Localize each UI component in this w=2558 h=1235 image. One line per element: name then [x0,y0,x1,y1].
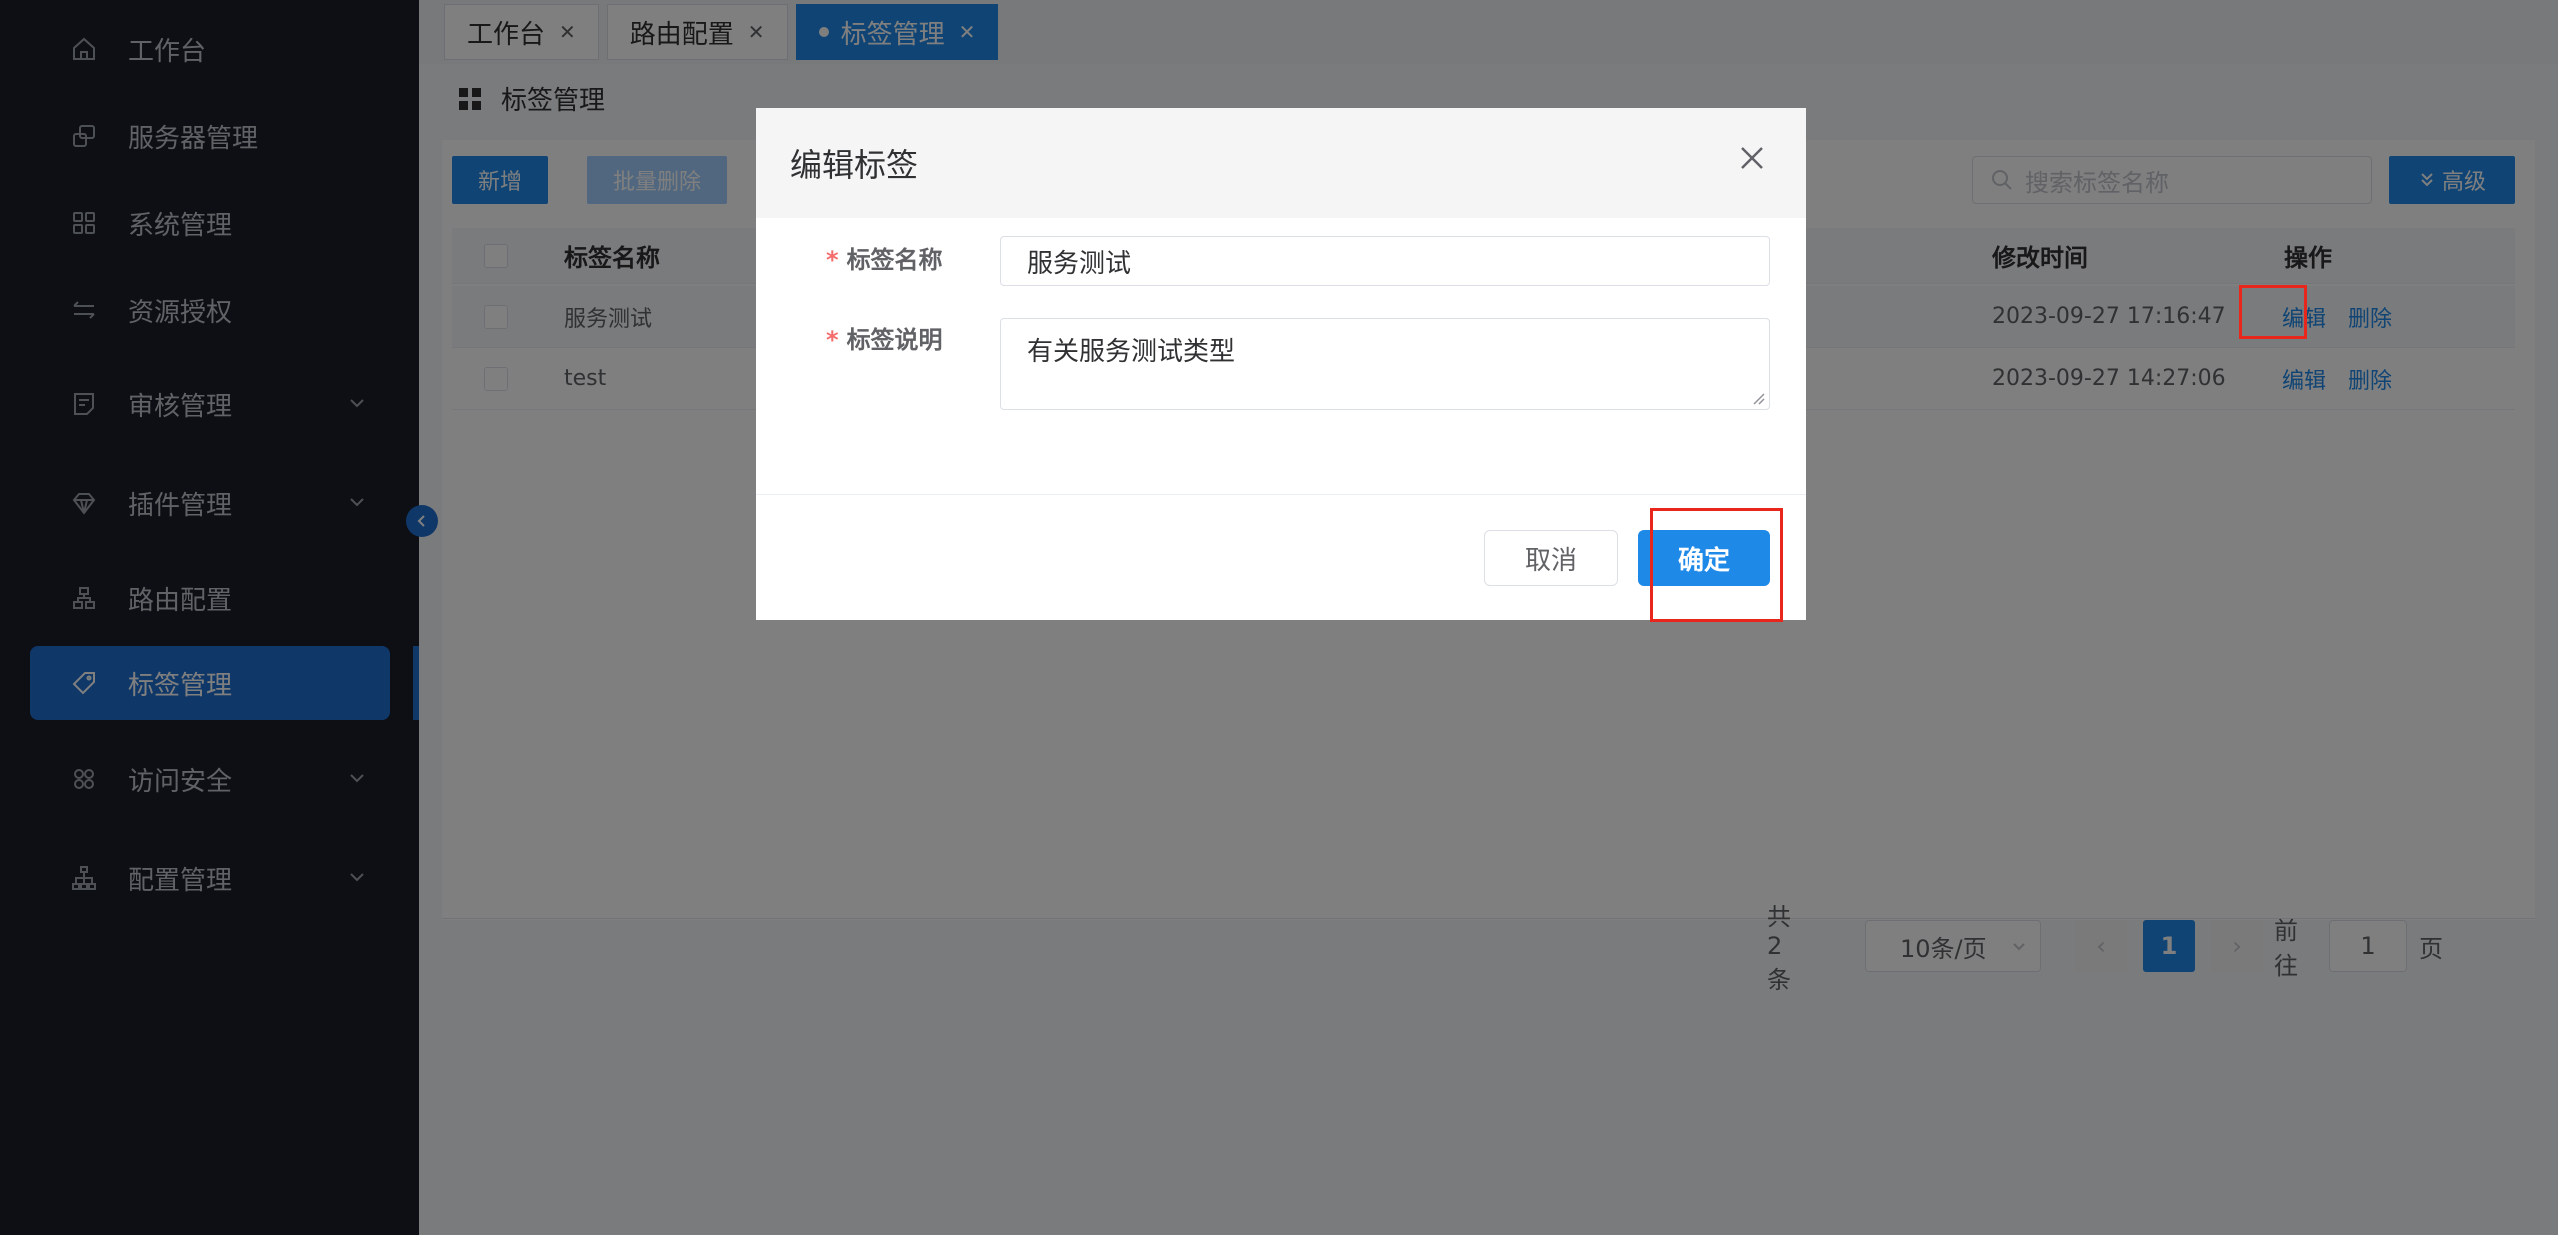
tag-description-textarea[interactable]: 有关服务测试类型 [1000,318,1770,410]
close-icon[interactable] [1736,142,1768,174]
dialog-footer-divider [756,494,1806,495]
highlight-box [2239,285,2307,339]
dialog-title: 编辑标签 [790,146,919,184]
desc-field-label: * 标签说明 [826,320,943,355]
required-mark: * [826,246,839,274]
resize-handle-icon[interactable] [1751,391,1765,405]
textarea-value: 有关服务测试类型 [1027,337,1236,367]
edit-tag-dialog: 编辑标签 * 标签名称 服务测试 * 标签说明 有关服务测试类型 取消 确定 [756,108,1806,620]
name-label-text: 标签名称 [846,246,943,274]
tag-name-input[interactable]: 服务测试 [1000,236,1770,286]
highlight-box [1650,508,1783,622]
cancel-button[interactable]: 取消 [1484,530,1618,586]
dialog-header: 编辑标签 [756,108,1806,218]
required-mark: * [826,326,839,354]
desc-label-text: 标签说明 [846,326,943,354]
name-field-label: * 标签名称 [826,240,943,275]
